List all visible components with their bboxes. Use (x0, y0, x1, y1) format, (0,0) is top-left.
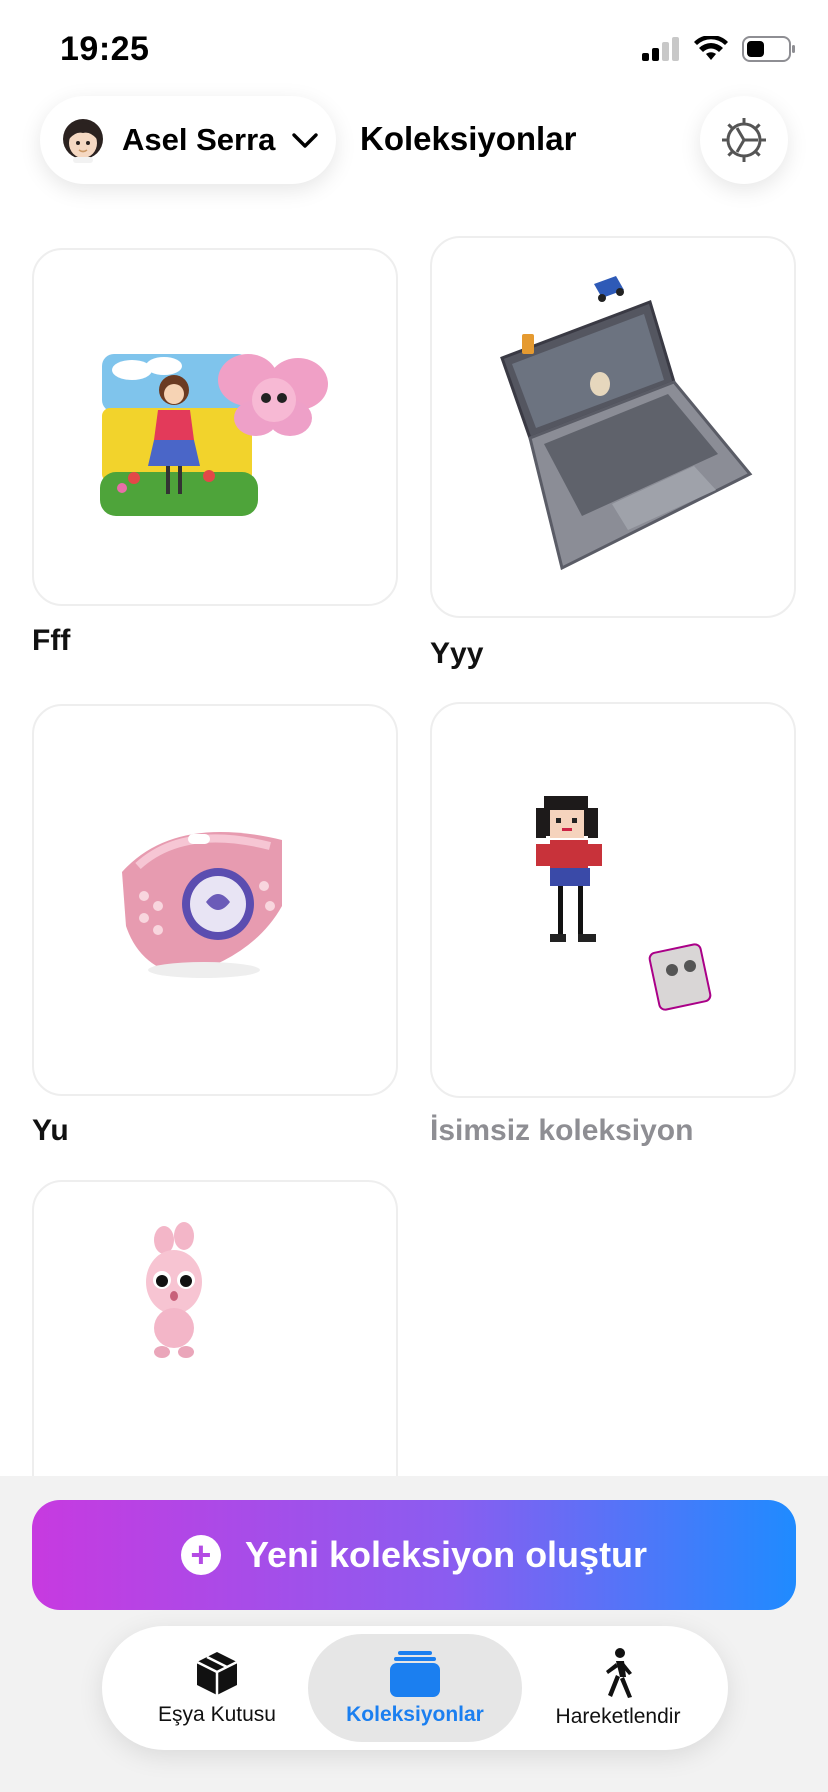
collection-card[interactable] (430, 702, 796, 1098)
pink-creature-thumbnail (146, 1222, 202, 1358)
tab-label: Koleksiyonlar (346, 1703, 484, 1726)
create-collection-button[interactable]: + Yeni koleksiyon oluştur (32, 1500, 796, 1610)
laptop-thumbnail (500, 276, 753, 571)
clay-art-thumbnail (100, 354, 328, 516)
tab-label: Hareketlendir (555, 1705, 681, 1728)
tab-bar: Eşya Kutusu Koleksiyonlar Hareketlendir (102, 1626, 728, 1750)
battery-icon (742, 36, 795, 62)
collection-card[interactable] (32, 704, 398, 1096)
page-title: Koleksiyonlar (360, 120, 577, 157)
cellular-signal-icon (642, 37, 679, 61)
tab-item-animate[interactable]: Hareketlendir (538, 1634, 698, 1742)
wifi-icon (694, 36, 728, 60)
status-time: 19:25 (60, 30, 150, 68)
gear-icon (722, 118, 766, 162)
tab-item-collections[interactable]: Koleksiyonlar (308, 1634, 522, 1742)
collection-card[interactable] (32, 248, 398, 606)
avatar-icon (63, 119, 103, 163)
status-bar: 19:25 (0, 0, 828, 100)
collection-card[interactable] (32, 1180, 398, 1510)
profile-switcher-button[interactable]: Asel Serra (40, 96, 336, 184)
profile-name: Asel Serra (122, 122, 276, 157)
tab-item-box[interactable]: Eşya Kutusu (142, 1634, 292, 1742)
collections-stack-icon (390, 1651, 440, 1697)
status-icons (642, 36, 796, 62)
settings-button[interactable] (700, 96, 788, 184)
collection-label[interactable]: Fff (32, 624, 70, 658)
header: Asel Serra Koleksiyonlar (0, 96, 828, 186)
walking-person-icon (606, 1648, 632, 1698)
collection-label[interactable]: Yu (32, 1114, 69, 1148)
pink-basket-thumbnail (122, 831, 282, 978)
collection-label-untitled[interactable]: İsimsiz koleksiyon (430, 1114, 693, 1148)
collection-card[interactable] (430, 236, 796, 618)
tab-label: Eşya Kutusu (158, 1703, 276, 1726)
plus-icon: + (180, 1535, 221, 1575)
pixel-girl-thumbnail (536, 796, 712, 1011)
collection-label[interactable]: Yyy (430, 637, 483, 671)
box-icon (196, 1652, 238, 1695)
chevron-down-icon (292, 133, 319, 148)
create-collection-label: Yeni koleksiyon oluştur (244, 1534, 648, 1575)
